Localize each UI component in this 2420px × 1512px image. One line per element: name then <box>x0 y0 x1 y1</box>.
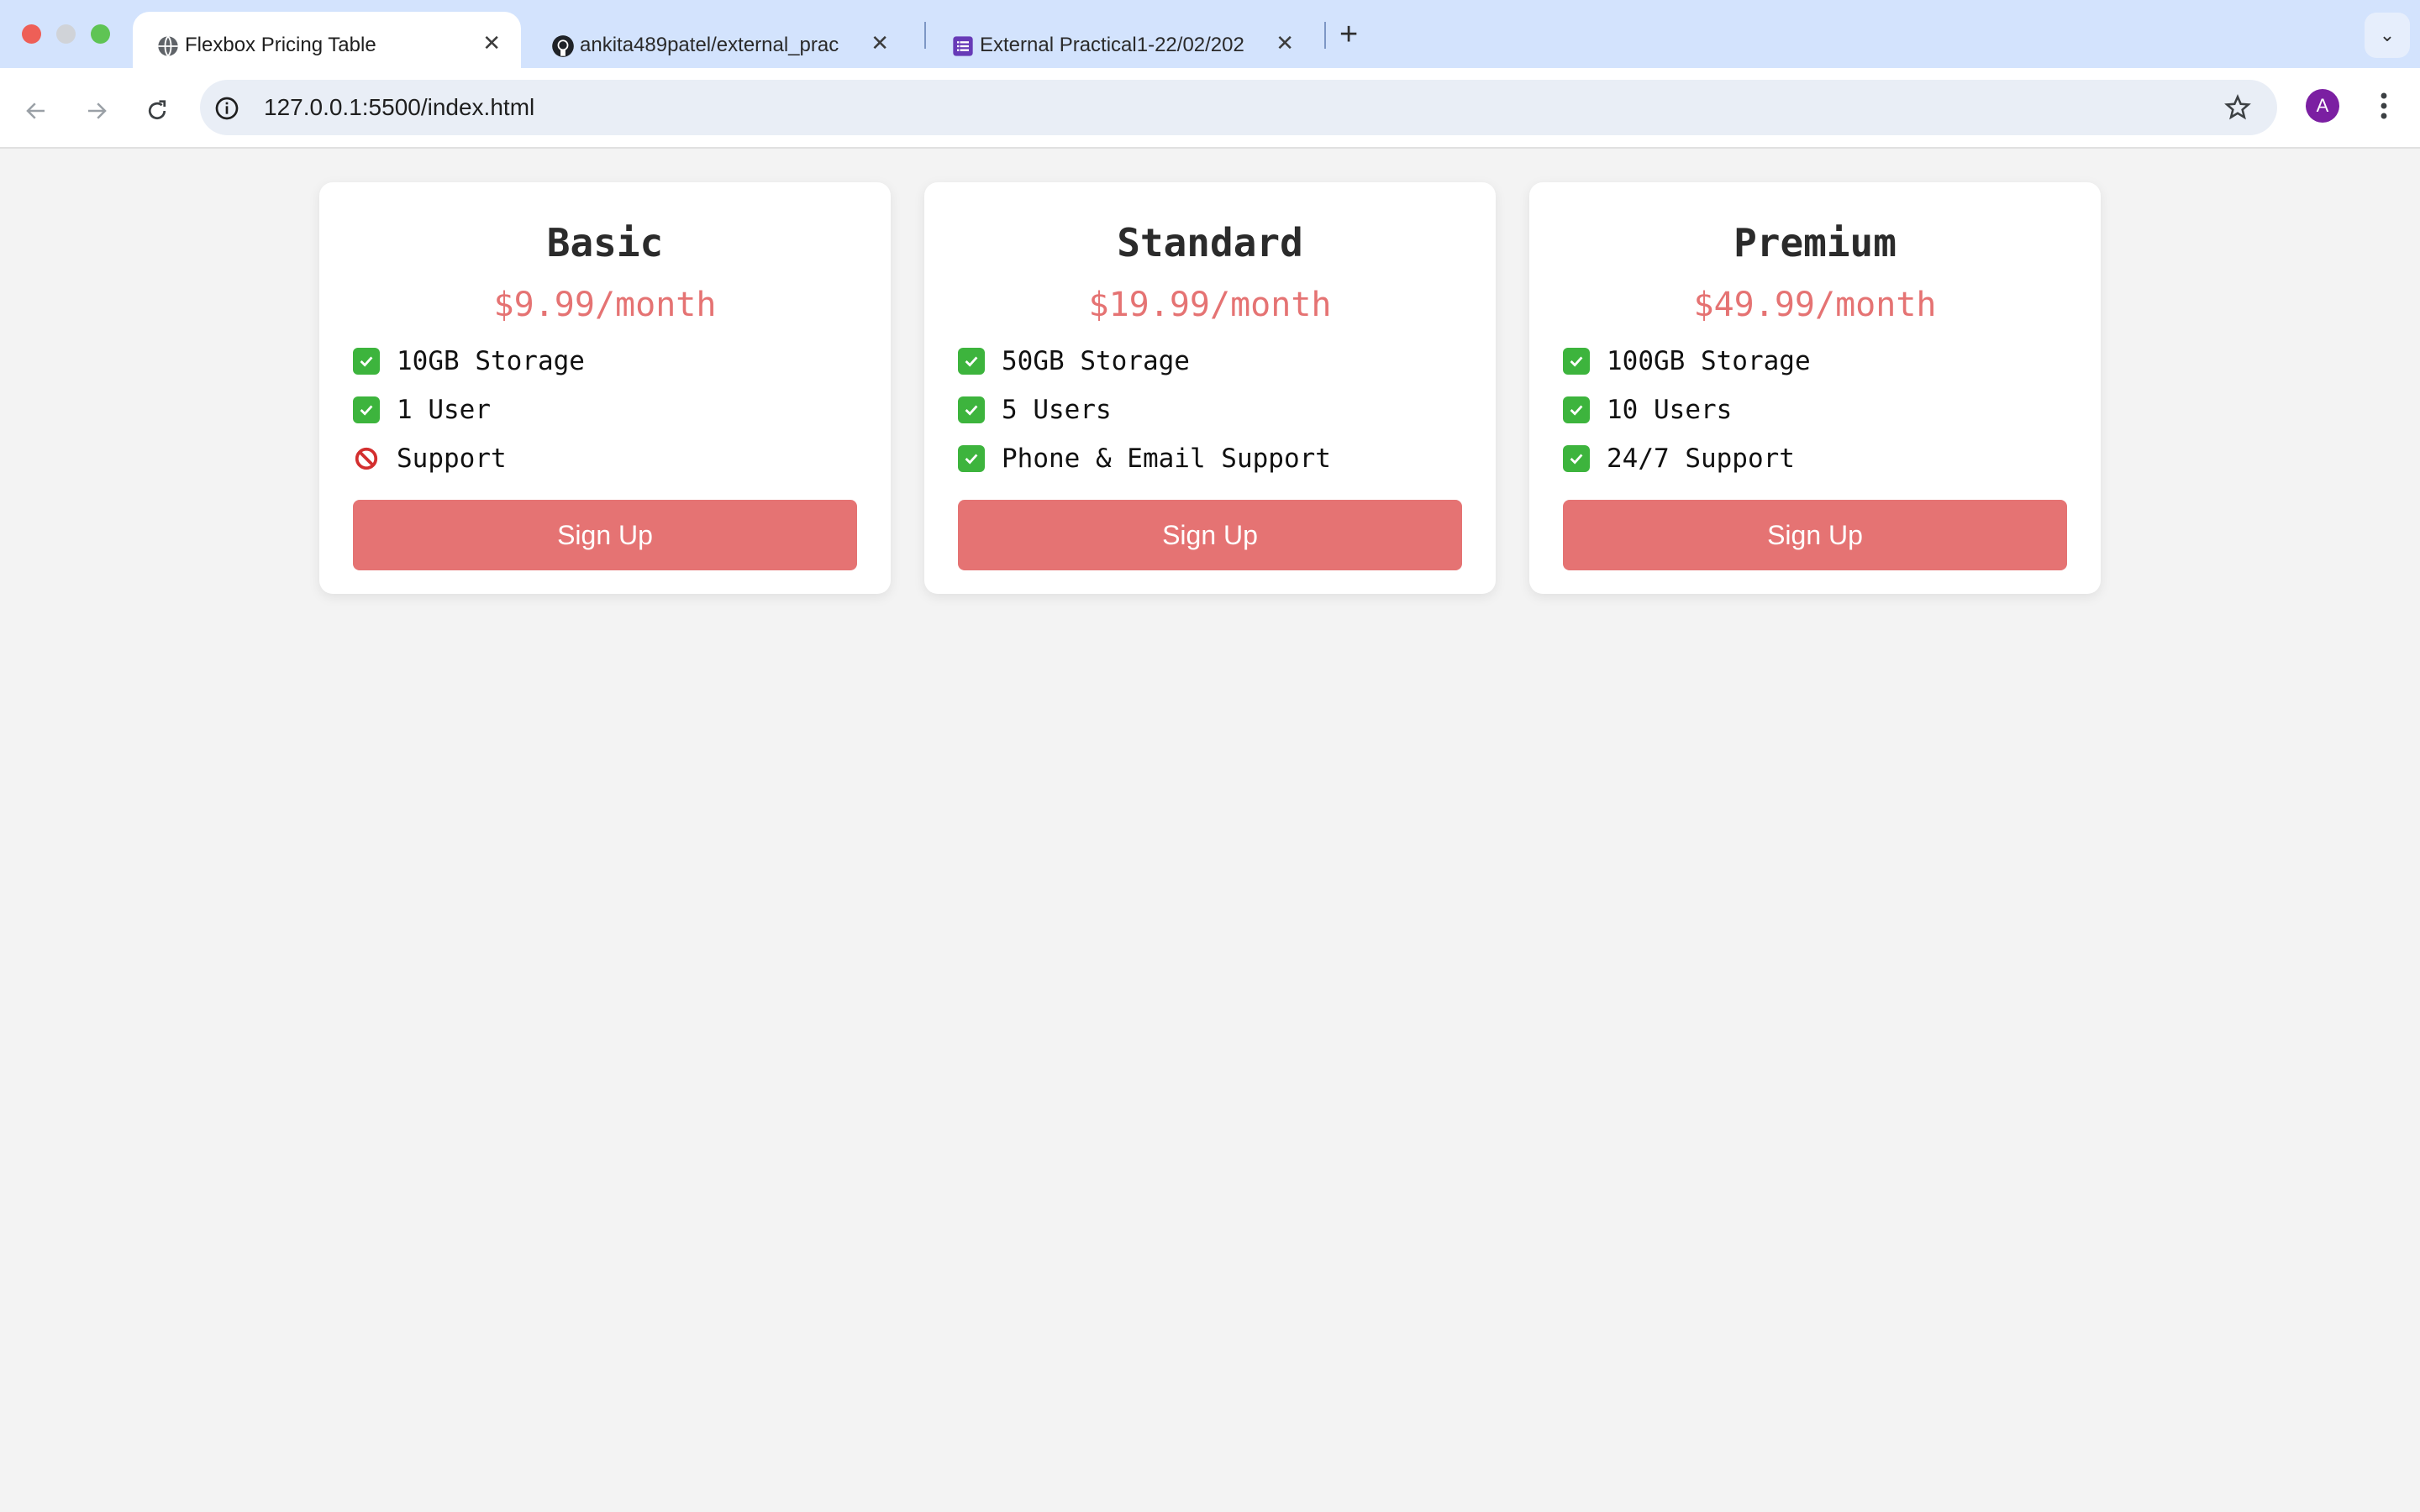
back-arrow-icon[interactable] <box>24 98 49 123</box>
sign-up-button[interactable]: Sign Up <box>353 500 857 570</box>
feature-text: 5 Users <box>1002 395 1112 425</box>
tab-github[interactable]: ankita489patel/external_prac ✕ <box>528 12 909 68</box>
window-controls <box>22 24 110 44</box>
url-text[interactable]: 127.0.0.1:5500/index.html <box>264 94 534 121</box>
feature-item: 10 Users <box>1563 386 2067 434</box>
globe-icon <box>158 35 178 57</box>
feature-text: 24/7 Support <box>1607 444 1795 474</box>
address-bar[interactable]: 127.0.0.1:5500/index.html <box>200 80 2277 135</box>
tab-title: External Practical1-22/02/202 <box>980 34 1244 56</box>
pricing-card-basic: Basic $9.99/month 10GB Storage 1 User Su… <box>319 182 891 594</box>
bookmark-star-icon[interactable] <box>2223 93 2252 122</box>
forms-icon <box>953 36 973 56</box>
feature-text: 10GB Storage <box>397 346 585 376</box>
github-icon <box>552 35 574 57</box>
sign-up-button[interactable]: Sign Up <box>958 500 1462 570</box>
more-menu-icon[interactable] <box>2371 91 2396 121</box>
tab-external-practical[interactable]: External Practical1-22/02/202 ✕ <box>928 12 1314 68</box>
check-icon <box>1563 445 1590 472</box>
feature-text: Support <box>397 444 507 474</box>
close-icon[interactable]: ✕ <box>1276 32 1294 54</box>
plan-price: $19.99/month <box>1088 286 1332 324</box>
plan-price: $49.99/month <box>1693 286 1937 324</box>
new-tab-plus-icon[interactable]: + <box>1339 18 1358 50</box>
reload-icon[interactable] <box>145 98 170 123</box>
site-info-icon[interactable] <box>213 95 240 122</box>
pricing-card-premium: Premium $49.99/month 100GB Storage 10 Us… <box>1529 182 2101 594</box>
feature-list: 50GB Storage 5 Users Phone & Email Suppo… <box>958 337 1462 483</box>
plan-price: $9.99/month <box>493 286 717 324</box>
prohibited-icon <box>353 445 380 472</box>
plan-name: Standard <box>1117 220 1303 265</box>
chevron-down-icon[interactable]: ⌄ <box>2365 13 2410 58</box>
check-icon <box>1563 396 1590 423</box>
tab-title: Flexbox Pricing Table <box>185 34 376 56</box>
feature-list: 10GB Storage 1 User Support <box>353 337 857 483</box>
feature-text: 100GB Storage <box>1607 346 1811 376</box>
browser-toolbar: 127.0.0.1:5500/index.html <box>0 68 2420 149</box>
feature-item: 50GB Storage <box>958 337 1462 386</box>
feature-item: Support <box>353 434 857 483</box>
check-icon <box>1563 348 1590 375</box>
tab-flexbox-pricing-table[interactable]: Flexbox Pricing Table ✕ <box>133 12 521 68</box>
feature-item: 5 Users <box>958 386 1462 434</box>
feature-text: 1 User <box>397 395 491 425</box>
check-icon <box>958 445 985 472</box>
page-content: Basic $9.99/month 10GB Storage 1 User Su… <box>0 149 2420 1512</box>
check-icon <box>958 348 985 375</box>
feature-text: Phone & Email Support <box>1002 444 1331 474</box>
feature-item: Phone & Email Support <box>958 434 1462 483</box>
feature-text: 50GB Storage <box>1002 346 1190 376</box>
profile-avatar[interactable]: A <box>2306 89 2339 123</box>
check-icon <box>353 348 380 375</box>
tab-title: ankita489patel/external_prac <box>580 34 839 56</box>
close-icon[interactable]: ✕ <box>871 32 889 54</box>
forward-arrow-icon[interactable] <box>84 98 109 123</box>
feature-item: 10GB Storage <box>353 337 857 386</box>
browser-tab-strip: Flexbox Pricing Table ✕ ankita489patel/e… <box>0 0 2420 68</box>
window-minimize-button[interactable] <box>56 24 76 44</box>
feature-list: 100GB Storage 10 Users 24/7 Support <box>1563 337 2067 483</box>
pricing-table: Basic $9.99/month 10GB Storage 1 User Su… <box>319 182 2101 594</box>
plan-name: Premium <box>1733 220 1897 265</box>
feature-item: 100GB Storage <box>1563 337 2067 386</box>
feature-item: 1 User <box>353 386 857 434</box>
tab-separator <box>1324 22 1326 49</box>
window-close-button[interactable] <box>22 24 41 44</box>
sign-up-button[interactable]: Sign Up <box>1563 500 2067 570</box>
pricing-card-standard: Standard $19.99/month 50GB Storage 5 Use… <box>924 182 1496 594</box>
check-icon <box>958 396 985 423</box>
check-icon <box>353 396 380 423</box>
feature-item: 24/7 Support <box>1563 434 2067 483</box>
tab-separator <box>924 22 926 49</box>
plan-name: Basic <box>546 220 664 265</box>
window-maximize-button[interactable] <box>91 24 110 44</box>
feature-text: 10 Users <box>1607 395 1733 425</box>
close-icon[interactable]: ✕ <box>482 32 501 54</box>
